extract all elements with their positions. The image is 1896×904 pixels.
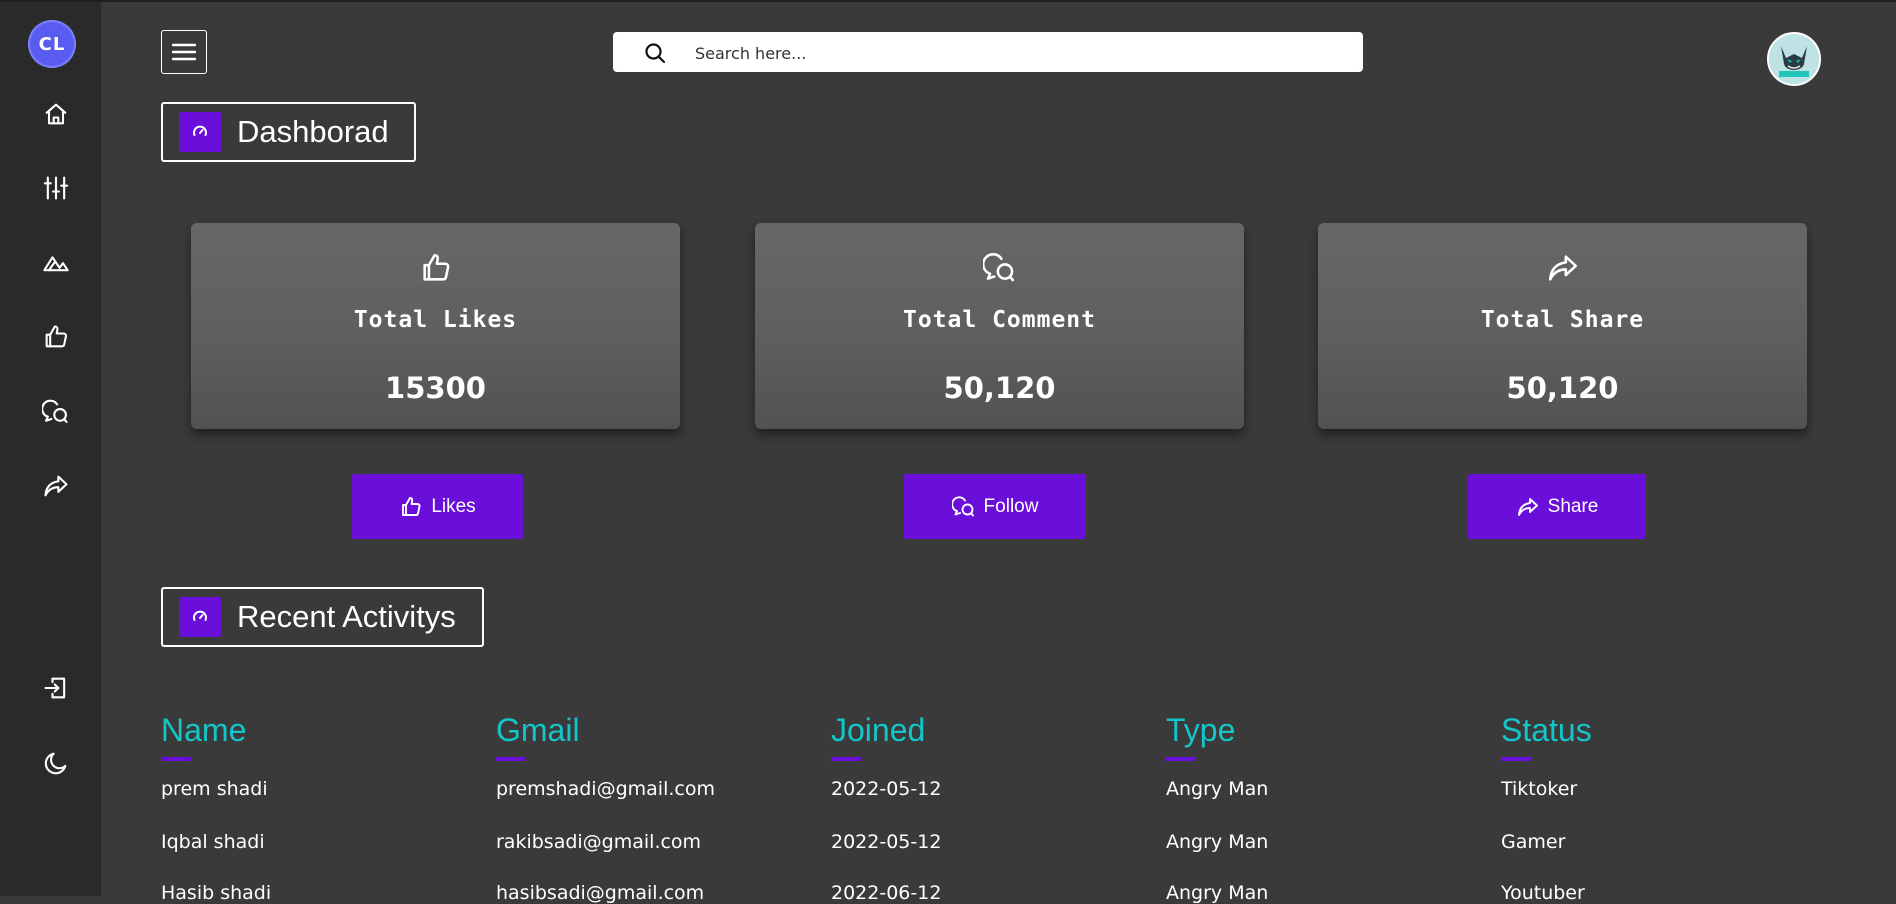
cell-type: Angry Man [1166,778,1269,800]
stat-label: Total Comment [902,307,1096,333]
cell-name: Iqbal shadi [161,831,265,853]
cell-name: prem shadi [161,778,268,800]
moon-icon[interactable] [42,749,70,777]
stat-value: 15300 [385,371,486,405]
gauge-icon [179,597,221,637]
cell-type: Angry Man [1166,882,1269,904]
avatar-image [1769,34,1819,84]
logout-icon[interactable] [42,674,70,702]
likes-button[interactable]: Likes [352,474,523,539]
search-input[interactable] [693,36,1337,70]
thumbs-up-icon [419,251,453,285]
share-icon[interactable] [42,472,70,500]
cell-joined: 2022-06-12 [831,882,942,904]
section-title: Recent Activitys [237,599,456,634]
mountain-icon[interactable] [42,248,70,276]
column-header-name: Name [161,712,247,761]
cell-status: Tiktoker [1501,778,1578,800]
column-header-status: Status [1501,712,1592,761]
stat-card-comment: Total Comment 50,120 [755,223,1244,429]
stat-card-likes: Total Likes 15300 [191,223,680,429]
thumbs-up-icon [402,496,421,516]
dashboard-title-box: Dashborad [161,102,416,162]
column-header-type: Type [1166,712,1236,761]
search-icon[interactable] [643,41,667,65]
app-logo[interactable]: CL [28,20,76,68]
recent-activities-title-box: Recent Activitys [161,587,484,647]
page-title: Dashborad [237,114,389,149]
cell-gmail: hasibsadi@gmail.com [496,882,705,904]
cell-joined: 2022-05-12 [831,778,942,800]
stat-label: Total Share [1480,307,1645,333]
stat-value: 50,120 [943,371,1056,405]
gauge-icon [179,112,221,152]
avatar[interactable] [1767,32,1821,86]
cell-type: Angry Man [1166,831,1269,853]
follow-button[interactable]: Follow [904,474,1086,539]
window-top-border [0,0,1896,2]
column-header-joined: Joined [831,712,926,761]
column-header-gmail: Gmail [496,712,580,761]
home-icon[interactable] [42,100,70,128]
cell-joined: 2022-05-12 [831,831,942,853]
share-button[interactable]: Share [1468,474,1646,539]
hamburger-icon [171,43,197,61]
search-bar[interactable] [613,32,1363,72]
share-icon [1546,251,1580,285]
menu-button[interactable] [161,30,207,74]
chat-icon [981,251,1017,285]
cell-name: Hasib shadi [161,882,272,904]
share-icon [1517,497,1538,516]
cell-status: Gamer [1501,831,1566,853]
cell-gmail: rakibsadi@gmail.com [496,831,702,853]
chat-icon[interactable] [41,398,70,426]
stat-card-share: Total Share 50,120 [1318,223,1807,429]
likes-button-label: Likes [431,495,476,517]
share-button-label: Share [1547,495,1599,517]
sliders-icon[interactable] [42,174,70,202]
sidebar: CL [0,2,101,896]
stat-value: 50,120 [1506,371,1619,405]
thumbs-up-icon[interactable] [42,323,70,351]
cell-gmail: premshadi@gmail.com [496,778,715,800]
follow-button-label: Follow [983,495,1039,517]
chat-icon [951,495,974,516]
cell-status: Youtuber [1501,882,1585,904]
stat-label: Total Likes [353,307,518,333]
